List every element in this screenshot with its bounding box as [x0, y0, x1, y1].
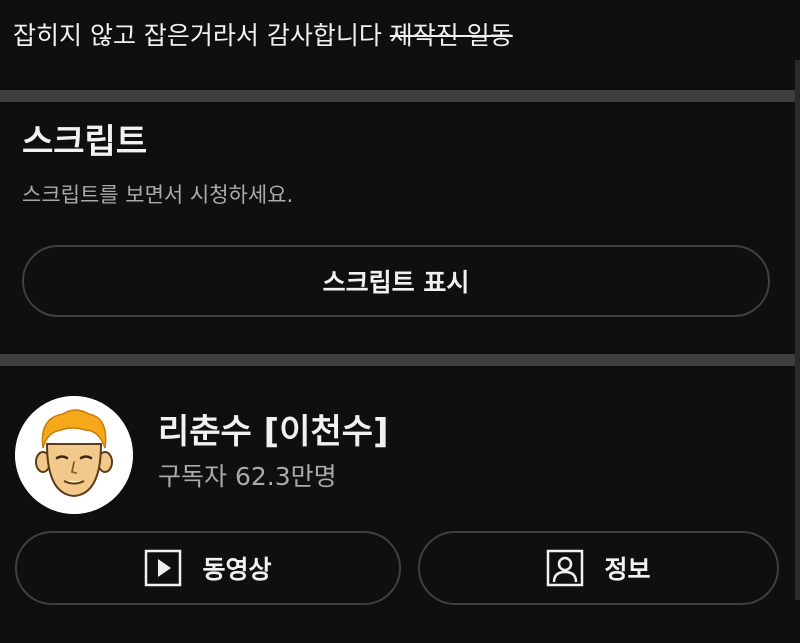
- script-panel-title: 스크립트: [22, 122, 148, 162]
- subscriber-count: 구독자 62.3만명: [158, 462, 337, 491]
- person-icon: [546, 549, 584, 587]
- about-button[interactable]: 정보: [418, 531, 779, 605]
- comment-text-main: 잡히지 않고 잡은거라서 감사합니다: [13, 21, 390, 50]
- script-panel-description: 스크립트를 보면서 시청하세요.: [22, 183, 294, 207]
- about-label: 정보: [604, 555, 651, 584]
- script-panel: 스크립트 스크립트를 보면서 시청하세요. 스크립트 표시: [0, 102, 795, 354]
- section-divider: [0, 90, 795, 102]
- videos-label: 동영상: [202, 555, 272, 584]
- scrollbar[interactable]: [795, 0, 800, 643]
- scrollbar-thumb[interactable]: [795, 60, 800, 600]
- cartoon-face-avatar-icon: [15, 396, 133, 514]
- play-icon: [144, 549, 182, 587]
- section-divider: [0, 354, 795, 366]
- channel-panel: 리춘수 [이천수] 구독자 62.3만명 동영상 정보: [0, 366, 795, 643]
- videos-button[interactable]: 동영상: [15, 531, 401, 605]
- show-script-button[interactable]: 스크립트 표시: [22, 245, 770, 317]
- comment-text: 잡히지 않고 잡은거라서 감사합니다 제작진 일동: [13, 18, 513, 54]
- comment-strip: 잡히지 않고 잡은거라서 감사합니다 제작진 일동: [0, 0, 800, 90]
- channel-name[interactable]: 리춘수 [이천수]: [158, 410, 389, 454]
- comment-text-struck: 제작진 일동: [389, 21, 513, 50]
- channel-avatar[interactable]: [15, 396, 133, 514]
